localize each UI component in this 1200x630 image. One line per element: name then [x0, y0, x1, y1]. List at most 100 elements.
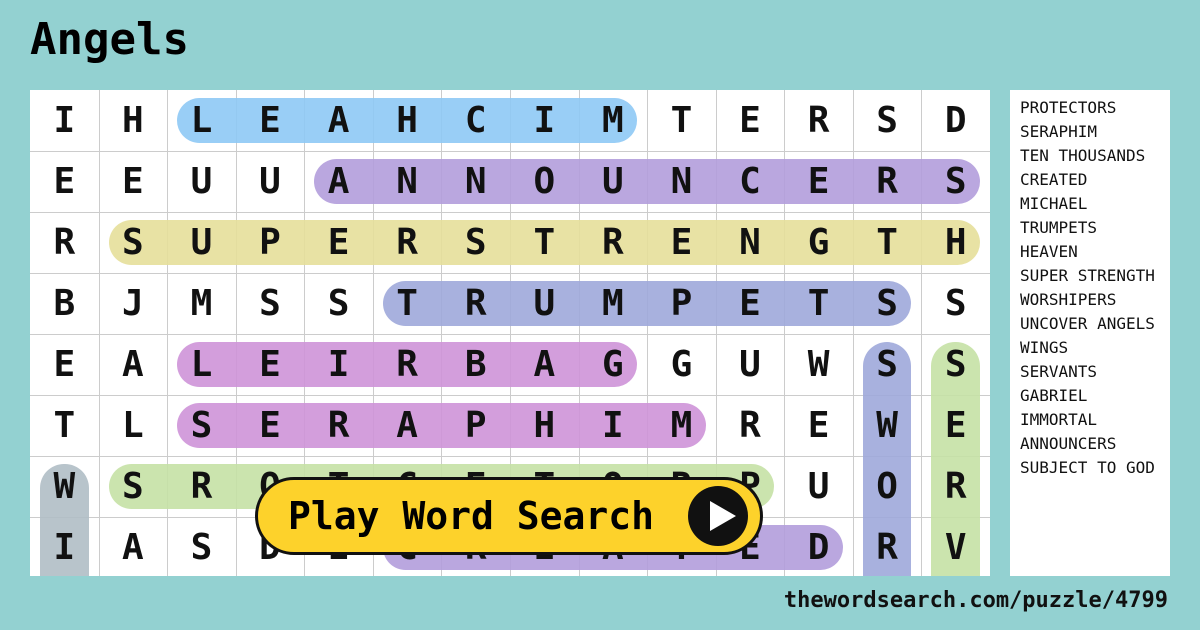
grid-letter[interactable]: A [304, 90, 373, 151]
grid-letter[interactable]: E [30, 334, 99, 395]
word-list-item: SERVANTS [1020, 362, 1098, 381]
grid-letter[interactable]: M [579, 90, 648, 151]
grid-letter[interactable]: S [167, 395, 236, 456]
grid-letter[interactable]: H [510, 395, 579, 456]
grid-letter[interactable]: M [579, 273, 648, 334]
grid-letter[interactable]: E [304, 212, 373, 273]
grid-letter[interactable]: N [373, 151, 442, 212]
grid-letter[interactable]: P [441, 395, 510, 456]
grid-letter[interactable]: B [30, 273, 99, 334]
grid-letter[interactable]: S [853, 273, 922, 334]
grid-letter[interactable]: U [579, 151, 648, 212]
grid-letter[interactable]: C [441, 90, 510, 151]
grid-letter[interactable]: R [373, 334, 442, 395]
grid-letter[interactable]: T [510, 212, 579, 273]
grid-letter[interactable]: L [167, 334, 236, 395]
grid-letter[interactable]: I [304, 334, 373, 395]
grid-letter[interactable]: D [921, 90, 990, 151]
grid-letter[interactable]: C [716, 151, 785, 212]
grid-letter[interactable]: R [304, 395, 373, 456]
grid-letter[interactable]: A [99, 517, 168, 576]
grid-letter[interactable]: I [30, 517, 99, 576]
grid-letter[interactable]: R [853, 151, 922, 212]
grid-letter[interactable]: E [784, 395, 853, 456]
grid-letter[interactable]: L [167, 90, 236, 151]
grid-letter[interactable]: H [373, 90, 442, 151]
grid-letter[interactable]: R [441, 273, 510, 334]
grid-letter[interactable]: U [167, 212, 236, 273]
grid-letter[interactable]: S [921, 273, 990, 334]
grid-letter[interactable]: U [167, 151, 236, 212]
grid-letter[interactable]: G [784, 212, 853, 273]
grid-letter[interactable]: A [373, 395, 442, 456]
grid-letter[interactable]: T [784, 273, 853, 334]
grid-letter[interactable]: R [853, 517, 922, 576]
grid-letter[interactable]: R [30, 212, 99, 273]
grid-letter[interactable]: B [441, 334, 510, 395]
grid-letter[interactable]: U [784, 456, 853, 517]
grid-letter[interactable]: E [784, 151, 853, 212]
grid-letter[interactable]: J [99, 273, 168, 334]
grid-letter[interactable]: V [921, 517, 990, 576]
grid-letter[interactable]: E [716, 273, 785, 334]
grid-letter[interactable]: I [30, 90, 99, 151]
grid-letter[interactable]: R [716, 395, 785, 456]
grid-letter[interactable]: U [236, 151, 305, 212]
grid-letter[interactable]: P [236, 212, 305, 273]
grid-letter[interactable]: E [716, 90, 785, 151]
grid-letter[interactable]: S [921, 334, 990, 395]
grid-letter[interactable]: G [647, 334, 716, 395]
grid-letter[interactable]: P [647, 273, 716, 334]
grid-letter[interactable]: T [373, 273, 442, 334]
word-list: PROTECTORS SERAPHIM TEN THOUSANDS CREATED MI… [1010, 90, 1170, 576]
grid-letter[interactable]: R [784, 90, 853, 151]
grid-letter[interactable]: S [99, 456, 168, 517]
grid-letter[interactable]: O [853, 456, 922, 517]
grid-letter[interactable]: U [510, 273, 579, 334]
grid-letter[interactable]: E [236, 395, 305, 456]
grid-letter[interactable]: N [441, 151, 510, 212]
grid-letter[interactable]: D [784, 517, 853, 576]
grid-letter[interactable]: N [647, 151, 716, 212]
grid-letter[interactable]: E [236, 334, 305, 395]
grid-letter[interactable]: E [236, 90, 305, 151]
grid-letter[interactable]: S [853, 90, 922, 151]
grid-letter[interactable]: O [510, 151, 579, 212]
grid-letter[interactable]: I [579, 395, 648, 456]
grid-letter[interactable]: W [30, 456, 99, 517]
grid-letter[interactable]: S [921, 151, 990, 212]
puzzle-url[interactable]: thewordsearch.com/puzzle/4799 [784, 588, 1168, 613]
grid-letter[interactable]: R [373, 212, 442, 273]
grid-letter[interactable]: H [99, 90, 168, 151]
grid-letter[interactable]: E [647, 212, 716, 273]
grid-letter[interactable]: S [99, 212, 168, 273]
grid-letter[interactable]: R [921, 456, 990, 517]
grid-letter[interactable]: G [579, 334, 648, 395]
grid-letter[interactable]: U [716, 334, 785, 395]
grid-letter[interactable]: S [304, 273, 373, 334]
grid-letter[interactable]: T [647, 90, 716, 151]
grid-letter[interactable]: E [99, 151, 168, 212]
grid-letter[interactable]: T [30, 395, 99, 456]
grid-letter[interactable]: A [99, 334, 168, 395]
grid-letter[interactable]: T [853, 212, 922, 273]
grid-letter[interactable]: L [99, 395, 168, 456]
grid-letter[interactable]: I [510, 90, 579, 151]
grid-letter[interactable]: S [441, 212, 510, 273]
grid-letter[interactable]: E [921, 395, 990, 456]
grid-letter[interactable]: S [167, 517, 236, 576]
grid-letter[interactable]: W [853, 395, 922, 456]
play-word-search-button[interactable]: Play Word Search [255, 477, 763, 555]
grid-letter[interactable]: R [167, 456, 236, 517]
grid-letter[interactable]: W [784, 334, 853, 395]
grid-letter[interactable]: N [716, 212, 785, 273]
grid-letter[interactable]: M [167, 273, 236, 334]
grid-letter[interactable]: A [510, 334, 579, 395]
grid-letter[interactable]: M [647, 395, 716, 456]
grid-letter[interactable]: H [921, 212, 990, 273]
grid-letter[interactable]: E [30, 151, 99, 212]
grid-letter[interactable]: S [236, 273, 305, 334]
grid-letter[interactable]: R [579, 212, 648, 273]
grid-letter[interactable]: A [304, 151, 373, 212]
grid-letter[interactable]: S [853, 334, 922, 395]
